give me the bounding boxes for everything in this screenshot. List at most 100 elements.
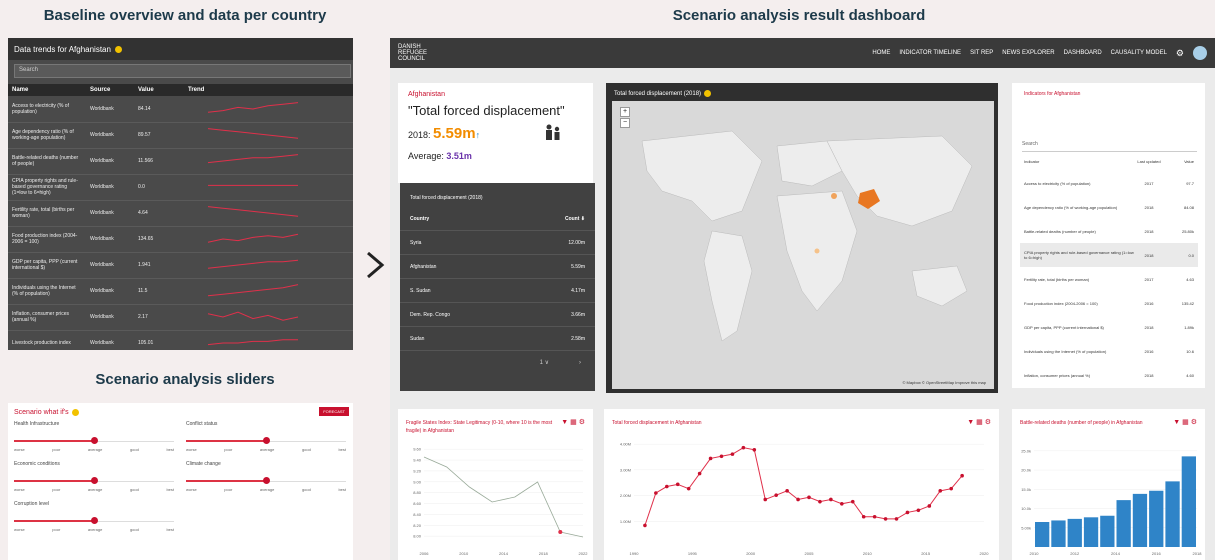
drc-logo[interactable]: DANISH REFUGEE COUNCIL (398, 44, 478, 62)
bar[interactable] (1083, 517, 1099, 547)
data-point[interactable] (730, 452, 735, 456)
info-icon[interactable] (71, 409, 79, 416)
zoom-in-button[interactable]: + (620, 107, 630, 117)
slider-handle[interactable] (91, 517, 98, 524)
bar[interactable] (1035, 522, 1050, 547)
table-row[interactable]: Dem. Rep. Congo 3.66m (400, 303, 595, 327)
bar[interactable] (1100, 515, 1115, 547)
baseline-search-input[interactable]: Search (14, 64, 351, 78)
table-row[interactable]: S. Sudan 4.17m (400, 279, 595, 303)
table-row[interactable]: Syria 12.00m (400, 231, 595, 255)
gear-icon[interactable]: ⚙ (1176, 48, 1184, 59)
data-point[interactable] (654, 491, 658, 495)
data-point[interactable] (675, 482, 680, 487)
scenario-slider[interactable]: Conflict status worse poor average good best (186, 421, 346, 452)
slider-handle[interactable] (263, 477, 270, 484)
data-point[interactable] (763, 497, 768, 502)
page-select[interactable]: 1 ∨ (540, 359, 549, 366)
bar[interactable] (1132, 493, 1148, 547)
slider-handle[interactable] (91, 437, 98, 444)
data-point[interactable] (960, 473, 964, 478)
info-icon[interactable] (704, 90, 712, 97)
bar[interactable] (1149, 490, 1164, 547)
table-row[interactable]: Fertility rate, total (births per woman)… (8, 200, 353, 227)
data-point[interactable] (818, 499, 822, 504)
indicator-row[interactable]: Age dependency ratio (% of working-age p… (1020, 195, 1198, 219)
table-row[interactable]: Livestock production index Worldbank 105.0… (8, 330, 353, 350)
bar[interactable] (1051, 520, 1066, 547)
nav-dashboard[interactable]: DASHBOARD (1064, 50, 1102, 56)
table-row[interactable]: GDP per capita, PPP (current internation… (8, 252, 353, 279)
indicator-row[interactable]: Fertility rate, total (births per woman)… (1020, 267, 1198, 291)
data-point[interactable] (894, 517, 899, 521)
data-point[interactable] (741, 445, 746, 450)
indicator-row[interactable]: Individuals using the Internet (% of pop… (1020, 339, 1198, 363)
data-point[interactable] (850, 499, 855, 504)
scenario-slider[interactable]: Economic conditions worse poor average good b… (14, 461, 174, 492)
download-icon[interactable]: ⬇ (581, 216, 585, 222)
map-attribution[interactable]: © Mapbox © OpenStreetMap Improve this ma… (903, 380, 987, 385)
avatar[interactable] (1193, 46, 1207, 60)
baseline-col-header[interactable]: Value (134, 84, 184, 96)
next-page-icon[interactable]: › (579, 360, 581, 366)
baseline-col-header[interactable]: Name (8, 84, 86, 96)
zoom-out-button[interactable]: − (620, 118, 630, 128)
bar[interactable] (1067, 518, 1082, 547)
bar[interactable] (1165, 481, 1180, 547)
nav-indicator-timeline[interactable]: INDICATOR TIMELINE (899, 50, 961, 56)
data-point[interactable] (872, 514, 877, 519)
nav-sit-rep[interactable]: SIT REP (970, 50, 993, 56)
data-point[interactable] (665, 484, 669, 489)
data-point[interactable] (719, 454, 724, 459)
indicator-row[interactable]: Access to electricity (% of population) 2… (1020, 171, 1198, 195)
info-icon[interactable] (114, 45, 122, 53)
data-point[interactable] (686, 486, 691, 491)
slider-handle[interactable] (91, 477, 98, 484)
world-map[interactable]: + − © Mapbox © OpenStreetMap Improve thi… (612, 101, 994, 389)
data-point[interactable] (796, 497, 800, 502)
data-point[interactable] (829, 497, 833, 502)
table-row[interactable]: Access to electricity (% of population) W… (8, 96, 353, 123)
bar[interactable] (1116, 500, 1131, 547)
table-row[interactable]: Sudan 2.58m (400, 327, 595, 351)
baseline-col-header[interactable]: Source (86, 84, 134, 96)
table-row[interactable]: Food production index (2004-2006 = 100) W… (8, 226, 353, 253)
table-row[interactable]: CPIA property rights and rule-based gove… (8, 174, 353, 201)
data-point[interactable] (643, 523, 647, 528)
data-point[interactable] (708, 456, 713, 461)
data-point[interactable] (883, 517, 888, 521)
indicator-row[interactable]: GDP per capita, PPP (current internation… (1020, 315, 1198, 339)
data-point[interactable] (807, 495, 811, 500)
data-point[interactable] (785, 489, 789, 493)
table-row[interactable]: Age dependency ratio (% of working-age p… (8, 122, 353, 149)
data-point[interactable] (949, 486, 953, 491)
bar[interactable] (1181, 456, 1196, 547)
table-row[interactable]: Individuals using the Internet (% of pop… (8, 278, 353, 305)
data-point[interactable] (752, 448, 757, 452)
nav-news-explorer[interactable]: NEWS EXPLORER (1002, 50, 1054, 56)
table-row[interactable]: Battle-related deaths (number of people)… (8, 148, 353, 175)
baseline-col-header[interactable]: Trend (184, 84, 353, 96)
table-row[interactable]: Afghanistan 5.59m (400, 255, 595, 279)
scenario-slider[interactable]: Corruption level worse poor average good best (14, 501, 174, 532)
scenario-slider[interactable]: Climate change worse poor average good best (186, 461, 346, 492)
data-point[interactable] (927, 504, 932, 508)
slider-handle[interactable] (263, 437, 270, 444)
indicator-row[interactable]: Food production index (2004-2006 = 100) 2… (1020, 291, 1198, 315)
scenario-slider[interactable]: Health Infrastructure worse poor average goo… (14, 421, 174, 452)
data-point[interactable] (905, 510, 910, 515)
table-row[interactable]: Inflation, consumer prices (annual %) Wor… (8, 304, 353, 331)
data-point[interactable] (840, 502, 844, 506)
indicator-row[interactable]: Inflation, consumer prices (annual %) 201… (1020, 363, 1198, 387)
data-point[interactable] (861, 514, 866, 519)
forecast-button[interactable]: FORECAST (319, 407, 349, 416)
indicator-row[interactable]: Battle-related deaths (number of people)… (1020, 219, 1198, 243)
data-point[interactable] (916, 508, 921, 513)
nav-home[interactable]: HOME (872, 50, 890, 56)
indicators-search-input[interactable]: Search (1022, 138, 1197, 152)
data-point[interactable] (558, 530, 563, 534)
data-point[interactable] (697, 471, 702, 476)
data-point[interactable] (938, 489, 943, 493)
data-point[interactable] (774, 493, 778, 497)
indicator-row[interactable]: CPIA property rights and rule-based gove… (1020, 243, 1198, 267)
